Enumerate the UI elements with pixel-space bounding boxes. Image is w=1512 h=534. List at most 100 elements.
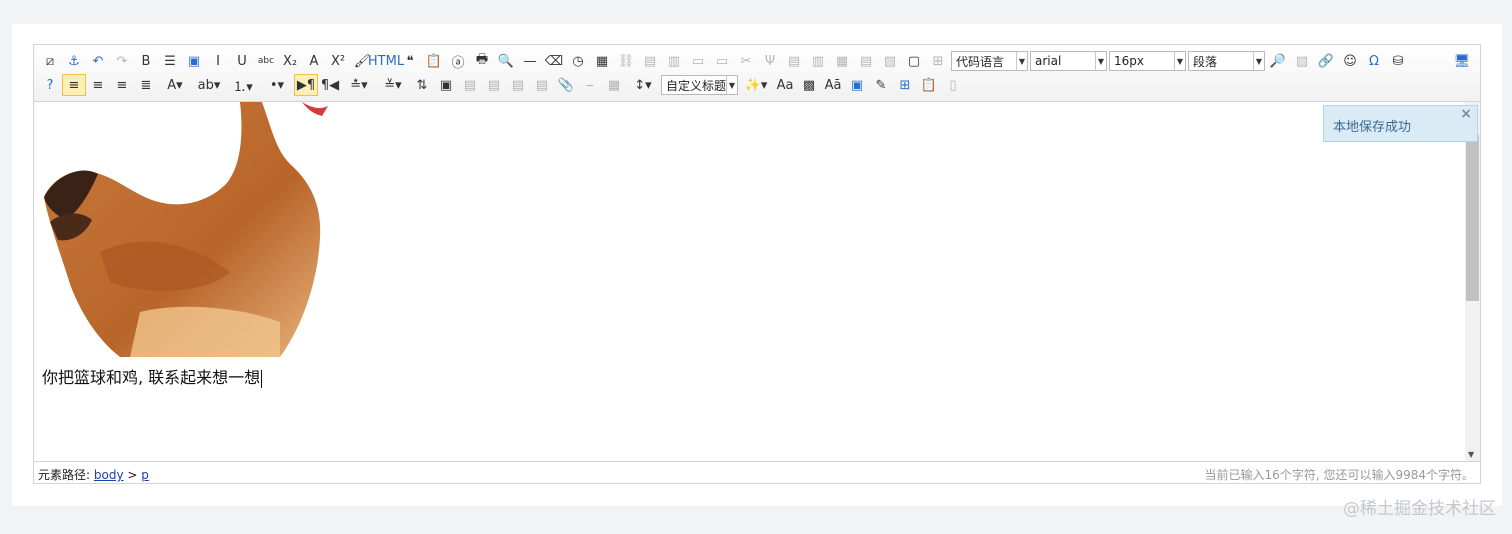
bold-icon[interactable]: B xyxy=(134,50,158,72)
save-toast: 本地保存成功 × xyxy=(1323,105,1478,142)
selectall-icon[interactable]: ⓐ xyxy=(446,50,470,72)
anchor-icon[interactable]: ⚓ xyxy=(62,50,86,72)
chevron-down-icon: ▼ xyxy=(1174,52,1185,70)
text-caret xyxy=(261,369,263,388)
backcolor-icon[interactable]: ab▾ xyxy=(192,74,226,96)
deletecaption-icon[interactable]: ▤ xyxy=(854,50,878,72)
subscript-icon[interactable]: X₂ xyxy=(278,50,302,72)
editor-content[interactable]: 你把篮球和鸡, 联系起来想一想 xyxy=(34,102,1466,462)
rowspacing-top-icon[interactable]: ≛▾ xyxy=(342,74,376,96)
imageright-icon[interactable]: ▤ xyxy=(506,74,530,96)
imagenone-icon[interactable]: ▤ xyxy=(458,74,482,96)
link-icon[interactable]: 🔗 xyxy=(1314,50,1338,72)
inserttable-icon[interactable]: ⊞ xyxy=(893,74,917,96)
wordimage-icon[interactable]: ▦ xyxy=(602,74,626,96)
deleterow-icon[interactable]: ✂ xyxy=(734,50,758,72)
unordered-list-icon[interactable]: •▾ xyxy=(260,74,294,96)
imageleft-icon[interactable]: ▤ xyxy=(482,74,506,96)
chevron-down-icon: ▼ xyxy=(1253,52,1264,70)
attachment-icon[interactable]: 📎 xyxy=(554,74,578,96)
date-icon[interactable]: ▦ xyxy=(590,50,614,72)
editor-statusbar: 元素路径: body > p 当前已输入16个字符, 您还可以输入9984个字符… xyxy=(34,461,1480,483)
source-icon[interactable]: ⧄ xyxy=(38,50,62,72)
inserttitle-icon[interactable]: ▧ xyxy=(878,50,902,72)
time-icon[interactable]: ◷ xyxy=(566,50,590,72)
deletecol-icon[interactable]: Ψ xyxy=(758,50,782,72)
font-family-select[interactable]: arial ▼ xyxy=(1030,51,1107,71)
mergecells-icon[interactable]: ▢ xyxy=(902,50,926,72)
path-body-link[interactable]: body xyxy=(94,468,124,482)
background-icon[interactable]: ▣ xyxy=(845,74,869,96)
insertframe-icon[interactable]: ▩ xyxy=(797,74,821,96)
direction-ltr-icon[interactable]: ▶¶ xyxy=(294,74,318,96)
template-icon[interactable]: Aā xyxy=(821,74,845,96)
chevron-down-icon: ▼ xyxy=(726,76,737,94)
strikethrough-icon[interactable]: abc xyxy=(254,50,278,72)
preview-icon[interactable]: 🔍 xyxy=(494,50,518,72)
fullscreen-icon[interactable]: 🖥 xyxy=(1450,50,1474,72)
path-p-link[interactable]: p xyxy=(141,468,149,482)
drafts-icon[interactable]: ▯ xyxy=(941,74,965,96)
blockquote-icon[interactable]: ❝ xyxy=(398,50,422,72)
pasteplain-icon[interactable]: 📋 xyxy=(422,50,446,72)
splittorows-icon[interactable]: ▤ xyxy=(782,50,806,72)
direction-rtl-icon[interactable]: ¶◀ xyxy=(318,74,342,96)
spechars-icon[interactable]: Ω xyxy=(1362,50,1386,72)
paragraph-select[interactable]: 段落 ▼ xyxy=(1188,51,1265,71)
splittocells-icon[interactable]: ▦ xyxy=(830,50,854,72)
font-size-select[interactable]: 16px ▼ xyxy=(1109,51,1186,71)
underline-icon[interactable]: U xyxy=(230,50,254,72)
ordered-list-icon[interactable]: ⒈▾ xyxy=(226,74,260,96)
searchreplace-icon[interactable]: 🔎 xyxy=(1266,50,1290,72)
editor-toolbar: ⧄ ⚓ ↶ ↷ B ☰ ▣ I Uabc X₂ A X² 🖌 HTML ❝ 📋 ⓐ 🖶 🔍 — ⌫ ◷ ▦ ⛓ ▤ ▥ ▭ ▭ ✂ Ψ ▤ ▥… xyxy=(34,45,1480,102)
mergeright-icon[interactable]: ▭ xyxy=(686,50,710,72)
splittocols-icon[interactable]: ▥ xyxy=(806,50,830,72)
justify-left-icon[interactable]: ≡ xyxy=(62,74,86,96)
mergedown-icon[interactable]: ▭ xyxy=(710,50,734,72)
justify-center-icon[interactable]: ≡ xyxy=(110,74,134,96)
insertcol-icon[interactable]: ▥ xyxy=(662,50,686,72)
html-icon[interactable]: HTML xyxy=(368,50,404,72)
indent-icon[interactable]: ☰ xyxy=(158,50,182,72)
toast-message: 本地保存成功 xyxy=(1333,120,1412,135)
scrollbar-thumb[interactable] xyxy=(1466,135,1479,301)
custom-title-select[interactable]: 自定义标题 ▼ xyxy=(661,75,738,95)
rowspacing-bottom-icon[interactable]: ≚▾ xyxy=(376,74,410,96)
insertcode-icon[interactable]: 📋 xyxy=(917,74,941,96)
close-icon[interactable]: × xyxy=(1460,106,1472,122)
removeformat-icon[interactable]: ⌫ xyxy=(542,50,566,72)
snapscreen-icon[interactable]: ▣ xyxy=(182,50,206,72)
forecolor-icon[interactable]: A▾ xyxy=(158,74,192,96)
magic-icon[interactable]: ✨▾ xyxy=(739,74,773,96)
fontborder-icon[interactable]: A xyxy=(302,50,326,72)
justify-justify-icon[interactable]: ≣ xyxy=(134,74,158,96)
chicken-image[interactable] xyxy=(40,102,330,357)
scrawl-icon[interactable]: ✎ xyxy=(869,74,893,96)
horizontal-icon[interactable]: — xyxy=(518,50,542,72)
imagecenter-icon[interactable]: ▤ xyxy=(530,74,554,96)
code-language-select[interactable]: 代码语言 ▼ xyxy=(951,51,1028,71)
chevron-down-icon: ▼ xyxy=(1095,52,1106,70)
touppercase-icon[interactable]: ⇅ xyxy=(410,74,434,96)
unlink-icon[interactable]: ⛓ xyxy=(614,50,638,72)
vertical-scrollbar[interactable]: ▼ xyxy=(1465,102,1480,462)
help-icon[interactable]: ? xyxy=(38,74,62,96)
insertrow-icon[interactable]: ▤ xyxy=(638,50,662,72)
scroll-down-arrow-icon[interactable]: ▼ xyxy=(1468,450,1474,459)
emotion-icon[interactable]: ☺ xyxy=(1338,50,1362,72)
superscript-icon[interactable]: X² xyxy=(326,50,350,72)
insertimage-icon[interactable]: ▣ xyxy=(434,74,458,96)
rich-text-editor: ⧄ ⚓ ↶ ↷ B ☰ ▣ I Uabc X₂ A X² 🖌 HTML ❝ 📋 ⓐ 🖶 🔍 — ⌫ ◷ ▦ ⛓ ▤ ▥ ▭ ▭ ✂ Ψ ▤ ▥… xyxy=(33,44,1481,484)
undo-icon[interactable]: ↶ xyxy=(86,50,110,72)
pagebreak-icon[interactable]: ⎯ xyxy=(578,74,602,96)
print-icon[interactable]: 🖶 xyxy=(470,50,494,72)
lineheight-icon[interactable]: ↕▾ xyxy=(626,74,660,96)
map-icon[interactable]: ▨ xyxy=(1290,50,1314,72)
redo-icon[interactable]: ↷ xyxy=(110,50,134,72)
italic-icon[interactable]: I xyxy=(206,50,230,72)
content-paragraph[interactable]: 你把篮球和鸡, 联系起来想一想 xyxy=(42,364,263,388)
fontsize-icon[interactable]: Aa xyxy=(773,74,797,96)
justify-right-icon[interactable]: ≡ xyxy=(86,74,110,96)
deletetable-icon[interactable]: ⊞ xyxy=(926,50,950,72)
binoculars-icon[interactable]: ⛁ xyxy=(1386,50,1410,72)
